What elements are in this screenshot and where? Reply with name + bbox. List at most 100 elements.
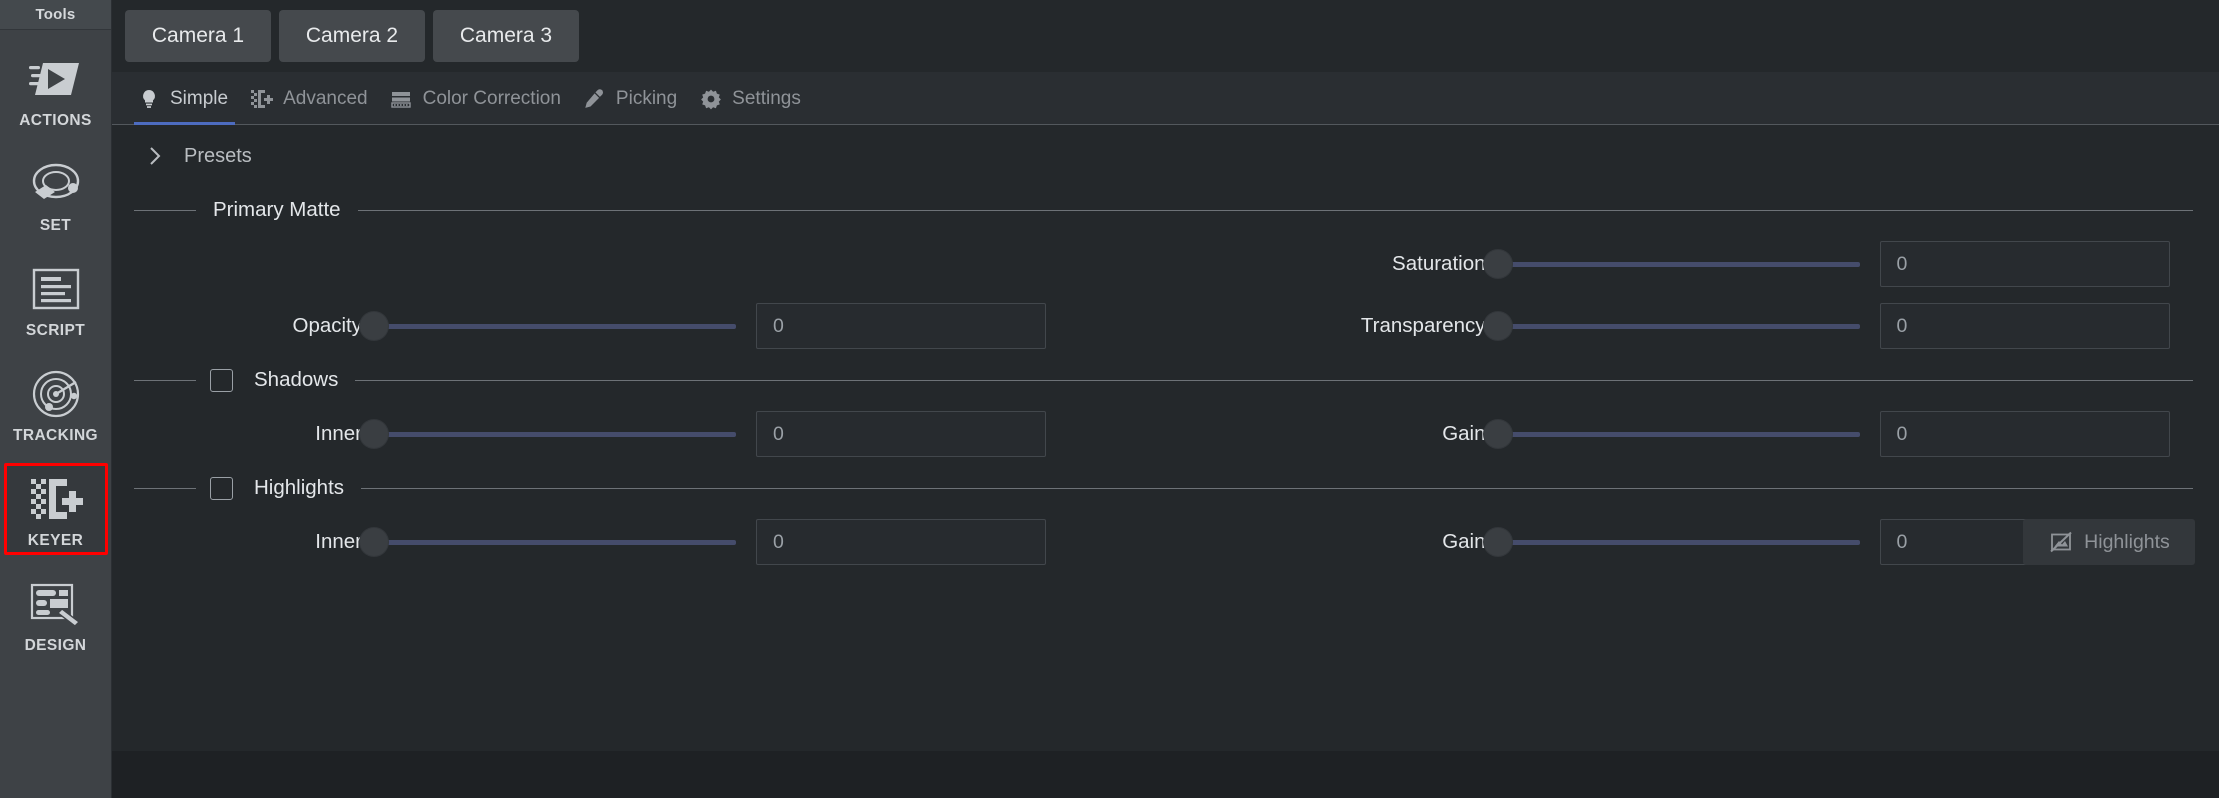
sidebar-item-keyer[interactable]: KEYER [4, 463, 108, 555]
slider-track [364, 540, 736, 545]
control-highlight-inner: Inner 0 [112, 519, 1166, 565]
tab-camera-2[interactable]: Camera 2 [279, 10, 425, 62]
control-label: Inner [152, 530, 364, 554]
section-header-highlights: Highlights [112, 465, 2219, 511]
lightbulb-icon [136, 87, 161, 112]
tracking-target-icon [27, 365, 85, 423]
section-title: Primary Matte [196, 198, 358, 222]
row-highlights-inner-gain: Inner 0 Gain 0 [112, 511, 2219, 573]
section-rule [355, 380, 2193, 381]
control-shadow-gain: Gain 0 [1166, 411, 2219, 457]
keyer-add-icon [27, 470, 85, 528]
tab-label: Color Correction [423, 88, 561, 110]
tab-camera-3[interactable]: Camera 3 [433, 10, 579, 62]
slider-knob[interactable] [1484, 312, 1512, 340]
opacity-value-input[interactable]: 0 [756, 303, 1046, 349]
slider-knob[interactable] [1484, 528, 1512, 556]
control-shadow-inner: Inner 0 [112, 411, 1166, 457]
section-header-primary-matte: Primary Matte [112, 187, 2219, 233]
row-opacity-transparency: Opacity 0 Transparency 0 [112, 295, 2219, 357]
panel-footer-bar [112, 751, 2219, 798]
slider-knob[interactable] [360, 312, 388, 340]
row-shadows-inner-gain: Inner 0 Gain 0 [112, 403, 2219, 465]
transparency-value-input[interactable]: 0 [1880, 303, 2170, 349]
actions-arrow-icon [27, 50, 85, 108]
highlight-inner-slider[interactable] [364, 528, 736, 556]
shadow-gain-slider[interactable] [1488, 420, 1860, 448]
highlight-inner-value-input[interactable]: 0 [756, 519, 1046, 565]
control-saturation: Saturation 0 [1166, 241, 2219, 287]
eyedropper-icon [582, 87, 607, 112]
keyer-application-window: Tools ACTIONS [0, 0, 2219, 798]
control-label: Transparency [1226, 314, 1488, 338]
keyer-sub-tab-bar: Simple Advanced [112, 72, 2219, 125]
highlights-checkbox[interactable] [210, 477, 233, 500]
color-bars-icon [389, 87, 414, 112]
saturation-slider[interactable] [1488, 250, 1860, 278]
sidebar-item-tracking[interactable]: TRACKING [4, 358, 108, 450]
control-label: Gain [1226, 530, 1488, 554]
transparency-slider[interactable] [1488, 312, 1860, 340]
tab-simple[interactable]: Simple [128, 73, 241, 125]
tab-picking[interactable]: Picking [574, 73, 690, 125]
keyer-main-panel: Camera 1 Camera 2 Camera 3 Simple [112, 0, 2219, 798]
script-document-icon [27, 260, 85, 318]
tab-label: Settings [732, 88, 801, 110]
shadows-checkbox[interactable] [210, 369, 233, 392]
sidebar-item-label: KEYER [28, 532, 83, 550]
design-layout-icon [27, 575, 85, 633]
section-dash [134, 488, 196, 489]
sidebar-item-set[interactable]: SET [4, 148, 108, 240]
camera-tab-bar: Camera 1 Camera 2 Camera 3 [112, 0, 2219, 72]
sidebar-item-label: SET [40, 217, 71, 235]
section-title: Shadows [237, 368, 355, 392]
sidebar-item-label: DESIGN [25, 637, 87, 655]
sidebar-item-label: SCRIPT [26, 322, 85, 340]
slider-knob[interactable] [360, 420, 388, 448]
gear-icon [698, 87, 723, 112]
slider-track [1488, 262, 1860, 267]
control-transparency: Transparency 0 [1166, 303, 2219, 349]
slider-knob[interactable] [1484, 420, 1512, 448]
section-dash [134, 210, 196, 211]
tab-label: Picking [616, 88, 677, 110]
shadow-gain-value-input[interactable]: 0 [1880, 411, 2170, 457]
presets-label: Presets [184, 145, 252, 168]
control-label: Saturation [1226, 252, 1488, 276]
saturation-value-input[interactable]: 0 [1880, 241, 2170, 287]
set-orbit-icon [27, 155, 85, 213]
slider-track [364, 432, 736, 437]
control-label: Opacity [152, 314, 364, 338]
sidebar-item-label: TRACKING [13, 427, 98, 445]
sidebar-item-design[interactable]: DESIGN [4, 568, 108, 660]
tab-label: Advanced [283, 88, 368, 110]
slider-track [1488, 432, 1860, 437]
highlights-toggle-button[interactable]: Highlights [2023, 519, 2195, 565]
sidebar-item-label: ACTIONS [19, 112, 92, 130]
tools-sidebar: Tools ACTIONS [0, 0, 112, 798]
section-title: Highlights [237, 476, 361, 500]
row-saturation: Saturation 0 [112, 233, 2219, 295]
opacity-slider[interactable] [364, 312, 736, 340]
section-rule [361, 488, 2193, 489]
highlights-button-label: Highlights [2084, 531, 2170, 554]
section-header-shadows: Shadows [112, 357, 2219, 403]
keyer-simple-body: Primary Matte Saturation 0 Opacit [112, 187, 2219, 798]
tools-sidebar-header: Tools [0, 0, 111, 30]
slider-knob[interactable] [360, 528, 388, 556]
tab-color-correction[interactable]: Color Correction [381, 73, 574, 125]
sliders-plus-icon [249, 87, 274, 112]
sidebar-item-script[interactable]: SCRIPT [4, 253, 108, 345]
shadow-inner-value-input[interactable]: 0 [756, 411, 1046, 457]
tab-camera-1[interactable]: Camera 1 [125, 10, 271, 62]
shadow-inner-slider[interactable] [364, 420, 736, 448]
highlight-gain-slider[interactable] [1488, 528, 1860, 556]
section-dash [134, 380, 196, 381]
tab-advanced[interactable]: Advanced [241, 73, 381, 125]
slider-knob[interactable] [1484, 250, 1512, 278]
chevron-right-icon [144, 145, 166, 167]
presets-disclosure[interactable]: Presets [112, 125, 2219, 187]
tab-settings[interactable]: Settings [690, 73, 814, 125]
sidebar-item-actions[interactable]: ACTIONS [4, 43, 108, 135]
slider-track [1488, 324, 1860, 329]
